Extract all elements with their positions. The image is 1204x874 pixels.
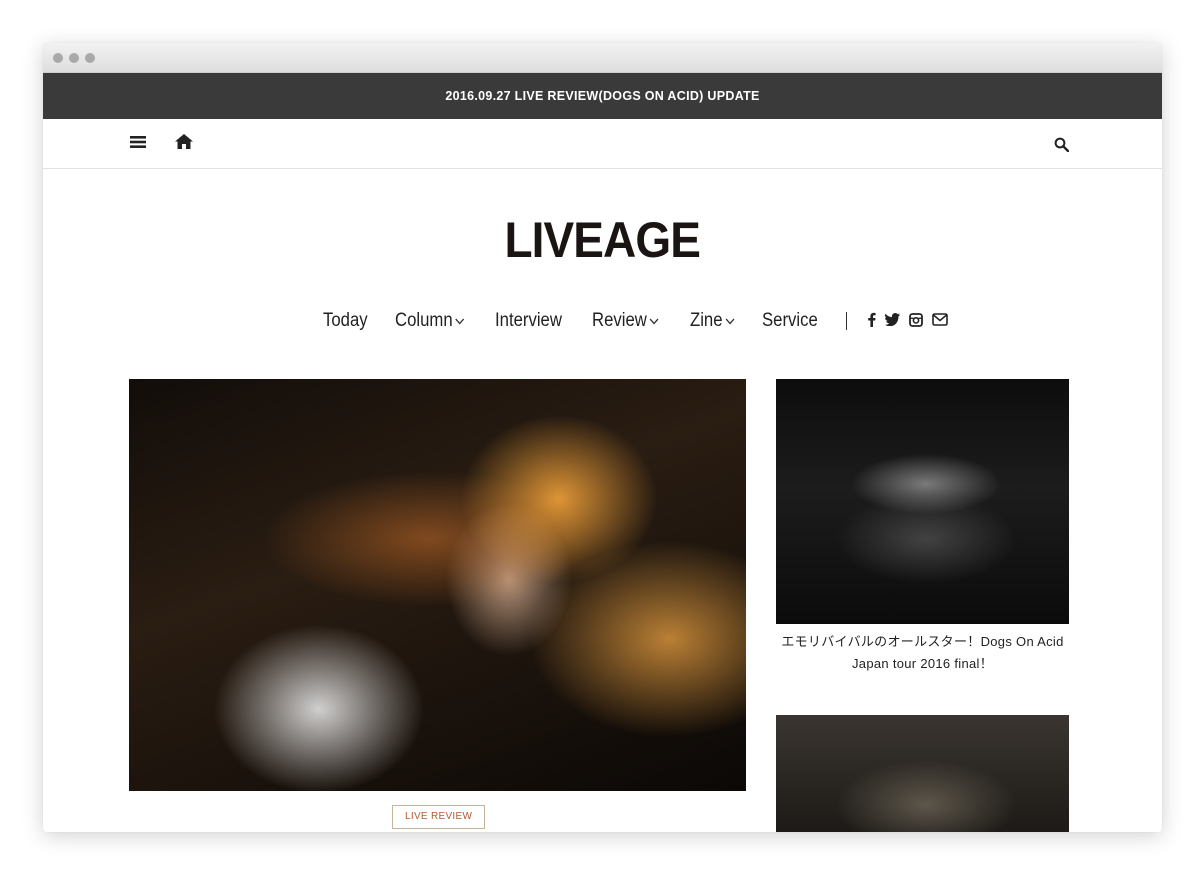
hamburger-menu-icon[interactable] bbox=[130, 135, 146, 154]
window-chrome bbox=[43, 43, 1162, 73]
instagram-icon[interactable] bbox=[908, 312, 923, 330]
nav-item-column[interactable]: Column bbox=[395, 310, 465, 332]
nav-divider bbox=[845, 312, 847, 330]
nav-item-label: Column bbox=[394, 310, 453, 331]
site-logo[interactable]: LIVEAGE bbox=[505, 211, 701, 269]
sidebar-post-image[interactable] bbox=[776, 715, 1069, 832]
nav-item-interview[interactable]: Interview bbox=[495, 310, 562, 332]
sidebar-post-image[interactable] bbox=[776, 379, 1069, 624]
featured-category-tag[interactable]: LIVE REVIEW bbox=[392, 805, 486, 829]
search-icon[interactable] bbox=[1054, 137, 1070, 157]
nav-item-zine[interactable]: Zine bbox=[690, 310, 735, 332]
nav-item-label: Review bbox=[592, 310, 648, 331]
twitter-icon[interactable] bbox=[884, 313, 900, 329]
update-notice-bar[interactable]: 2016.09.27 LIVE REVIEW(DOGS ON ACID) UPD… bbox=[43, 73, 1162, 119]
main-navigation: Today Column Interview Review Zine Servi… bbox=[323, 308, 948, 334]
social-links bbox=[867, 312, 948, 330]
nav-item-review[interactable]: Review bbox=[592, 310, 659, 332]
mail-icon[interactable] bbox=[932, 313, 948, 329]
sidebar-post-title[interactable]: エモリバイバルのオールスター！Dogs On Acid Japan tour 2… bbox=[776, 631, 1069, 674]
chevron-down-icon bbox=[455, 318, 465, 324]
featured-post-image[interactable] bbox=[129, 379, 746, 791]
nav-item-label: Zine bbox=[689, 310, 723, 331]
nav-item-label: Interview bbox=[495, 310, 563, 331]
top-toolbar bbox=[43, 119, 1162, 169]
window-minimize-button[interactable] bbox=[69, 53, 79, 63]
chevron-down-icon bbox=[725, 318, 734, 324]
nav-item-label: Today bbox=[323, 310, 368, 331]
window-close-button[interactable] bbox=[53, 53, 63, 63]
browser-window: 2016.09.27 LIVE REVIEW(DOGS ON ACID) UPD… bbox=[43, 43, 1162, 832]
nav-item-label: Service bbox=[761, 310, 818, 331]
window-zoom-button[interactable] bbox=[85, 53, 95, 63]
facebook-icon[interactable] bbox=[867, 312, 876, 330]
nav-item-today[interactable]: Today bbox=[323, 310, 368, 332]
site-logo-container: LIVEAGE bbox=[43, 211, 1162, 269]
update-notice-text[interactable]: 2016.09.27 LIVE REVIEW(DOGS ON ACID) UPD… bbox=[445, 89, 759, 103]
home-icon[interactable] bbox=[175, 134, 193, 154]
nav-item-service[interactable]: Service bbox=[762, 310, 818, 332]
chevron-down-icon bbox=[650, 318, 659, 324]
